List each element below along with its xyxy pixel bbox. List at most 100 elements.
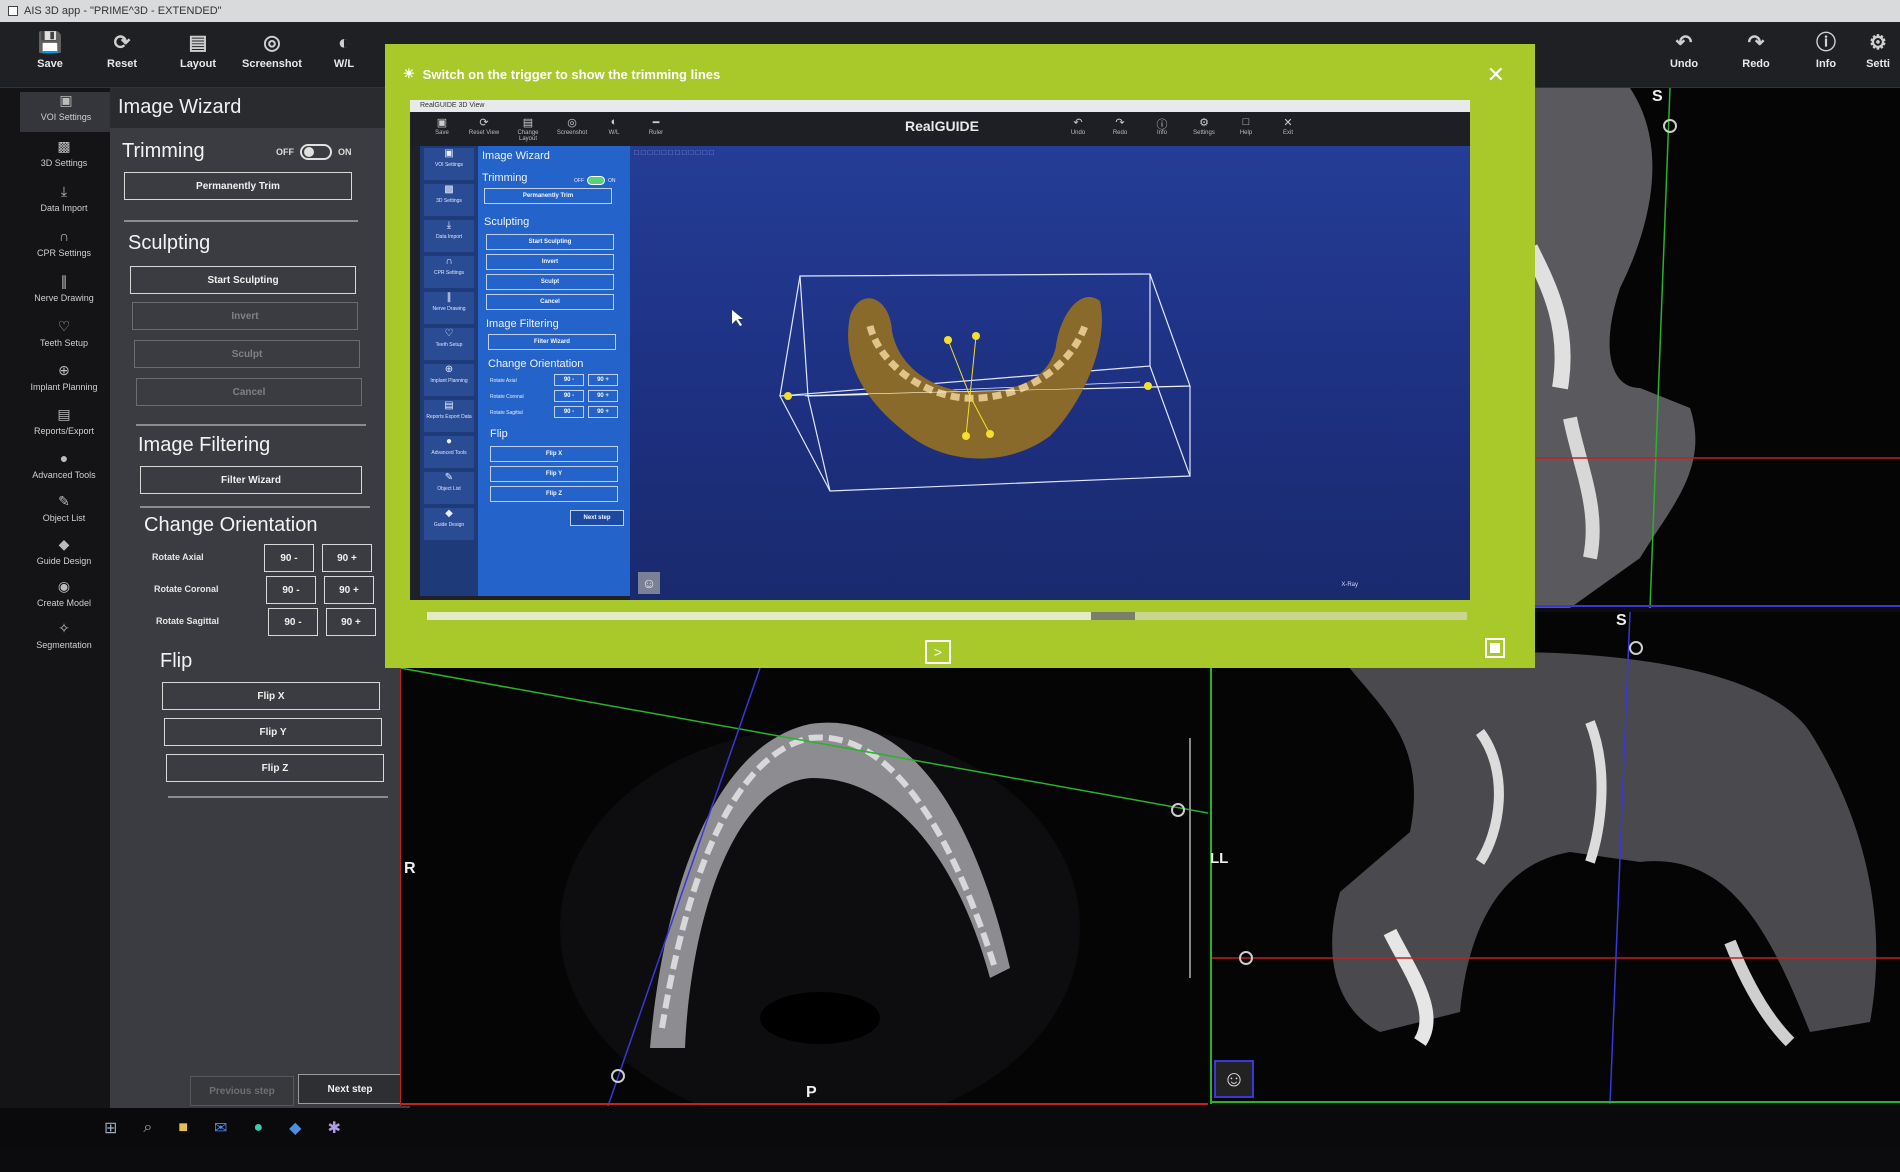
inner-xray-label: X-Ray [1341,582,1358,588]
inner-layout-button: ▤ Change Layout [508,116,548,142]
inner-filter-button: Filter Wizard [488,334,616,350]
windows-start-icon[interactable]: ⊞ [104,1118,117,1138]
rotate-sagittal-label: Rotate Sagittal [156,616,220,626]
inner-rail-guide: ◆ Guide Design [424,508,474,540]
window-level-button[interactable]: ◐ W/L [314,28,374,84]
rail-item-voi-settings[interactable]: ▣ VOI Settings [20,92,112,132]
module-rail: ▣ VOI Settings ▩ 3D Settings ⤓ Data Impo… [0,88,118,1118]
start-sculpting-button[interactable]: Start Sculpting [130,266,356,294]
tools-icon: ● [445,436,453,447]
inner-trimming-toggle: OFF ON [574,176,616,185]
rail-item-object-list[interactable]: ✎ Object List [14,493,114,537]
head-orientation-icon: ☺ [1214,1060,1254,1098]
inner-settings-button: ⚙ Settings [1184,116,1224,136]
tutorial-next-button[interactable]: > [925,640,951,664]
flip-x-button[interactable]: Flip X [162,682,380,710]
rail-item-guide-design[interactable]: ◆ Guide Design [14,536,114,580]
rail-item-segmentation[interactable]: ✧ Segmentation [14,620,114,664]
rail-item-reports-export[interactable]: ▤ Reports/Export [14,406,114,450]
mail-icon[interactable]: ✉ [214,1118,227,1138]
inner-trimming-title: Trimming [482,172,528,184]
coronal-viewport[interactable]: LL 29 ☺ [1210,612,1900,1104]
taskbar: ⊞ ⌕ ■ ✉ ● ◆ ✱ [0,1108,1900,1148]
browser-icon[interactable]: ● [253,1119,263,1137]
guide-icon: ◆ [58,536,70,552]
rail-item-data-import[interactable]: ⤓ Data Import [14,183,114,227]
layout-button[interactable]: ▤ Layout [166,28,230,84]
app-icon [8,6,18,16]
inner-axial-label: Rotate Axial [490,378,517,384]
rotate-coronal-minus-button[interactable]: 90 - [266,576,316,604]
cancel-button[interactable]: Cancel [136,378,362,406]
ais-app-icon[interactable]: ✱ [327,1118,340,1138]
rail-item-cpr-settings[interactable]: ∩ CPR Settings [14,228,114,272]
flip-z-button[interactable]: Flip Z [166,754,384,782]
inner-axial-minus: 90 - [554,374,584,386]
rail-item-implant-planning[interactable]: ⊕ Implant Planning [14,362,114,406]
axial-posterior-label: P [806,1084,817,1101]
inner-start-sculpting-button: Start Sculpting [486,234,614,250]
rotate-coronal-plus-button[interactable]: 90 + [324,576,374,604]
tutorial-progress-handle[interactable] [1091,612,1136,620]
guide-icon: ◆ [445,508,453,519]
inner-sagittal-plus: 90 + [588,406,618,418]
inner-ruler-button: ━ Ruler [636,116,676,136]
inner-rail-object-list: ✎ Object List [424,472,474,504]
save-button[interactable]: 💾 Save [18,28,82,84]
info-button[interactable]: ⓘ Info [1794,28,1858,84]
help-icon: □ [1242,116,1250,128]
inner-axial-plus: 90 + [588,374,618,386]
axial-viewport[interactable]: R P [400,668,1208,1106]
ruler-icon: ━ [652,117,660,129]
sagittal-viewport[interactable]: S [1510,88,1900,608]
realguide-logo: RealGUIDE [905,118,979,134]
flip-title: Flip [160,650,193,672]
tooth-icon: ♡ [57,318,71,334]
invert-button[interactable]: Invert [132,302,358,330]
rail-item-teeth-setup[interactable]: ♡ Teeth Setup [14,318,114,362]
previous-step-button[interactable]: Previous step [190,1076,294,1106]
lightbulb-icon: ☀ [403,66,415,81]
contrast-icon: ◐ [337,32,351,54]
folder-icon[interactable]: ■ [178,1119,188,1137]
inner-rail-reports: ▤ Reports Export Data [424,400,474,432]
rotate-sagittal-minus-button[interactable]: 90 - [268,608,318,636]
close-icon[interactable]: ✕ [1487,62,1505,88]
inner-rail-teeth: ♡ Teeth Setup [424,328,474,360]
tutorial-screenshot: RealGUIDE 3D View ▣ Save ⟳ Reset View ▤ Cha… [410,100,1470,600]
screenshot-button[interactable]: ◎ Screenshot [240,28,304,84]
tutorial-stop-button[interactable] [1485,638,1505,658]
inner-cancel-button: Cancel [486,294,614,310]
permanently-trim-button[interactable]: Permanently Trim [124,172,352,200]
inner-rail-voi: ▣ VOI Settings [424,148,474,180]
search-icon[interactable]: ⌕ [143,1119,152,1137]
gear-icon: ⚙ [1869,32,1887,54]
rotate-axial-minus-button[interactable]: 90 - [264,544,314,572]
app-icon-blue[interactable]: ◆ [289,1118,301,1138]
rotate-sagittal-plus-button[interactable]: 90 + [326,608,376,636]
implant-icon: ⊕ [444,364,454,375]
settings-button[interactable]: ⚙ Setti [1856,28,1900,84]
inner-wl-button: ◐ W/L [594,116,634,136]
tutorial-progress-bar[interactable] [427,612,1467,620]
redo-icon: ↷ [1747,32,1765,54]
trimming-toggle[interactable] [300,144,332,160]
save-icon: 💾 [37,32,63,54]
inner-help-button: □ Help [1226,116,1266,136]
rail-item-advanced-tools[interactable]: ● Advanced Tools [14,450,114,494]
rail-item-create-model[interactable]: ◉ Create Model [14,578,114,622]
redo-button[interactable]: ↷ Redo [1724,28,1788,84]
sculpt-button[interactable]: Sculpt [134,340,360,368]
rotate-axial-plus-button[interactable]: 90 + [322,544,372,572]
inner-flip-title: Flip [490,428,508,440]
trimming-title: Trimming [122,140,205,162]
undo-button[interactable]: ↶ Undo [1652,28,1716,84]
rail-item-nerve-drawing[interactable]: ∥ Nerve Drawing [14,273,114,317]
next-step-button[interactable]: Next step [298,1074,402,1104]
inner-flip-y: Flip Y [490,466,618,482]
reset-button[interactable]: ⟳ Reset [90,28,154,84]
rail-item-3d-settings[interactable]: ▩ 3D Settings [14,138,114,182]
wizard-title: Image Wizard [110,88,410,128]
flip-y-button[interactable]: Flip Y [164,718,382,746]
filter-wizard-button[interactable]: Filter Wizard [140,466,362,494]
